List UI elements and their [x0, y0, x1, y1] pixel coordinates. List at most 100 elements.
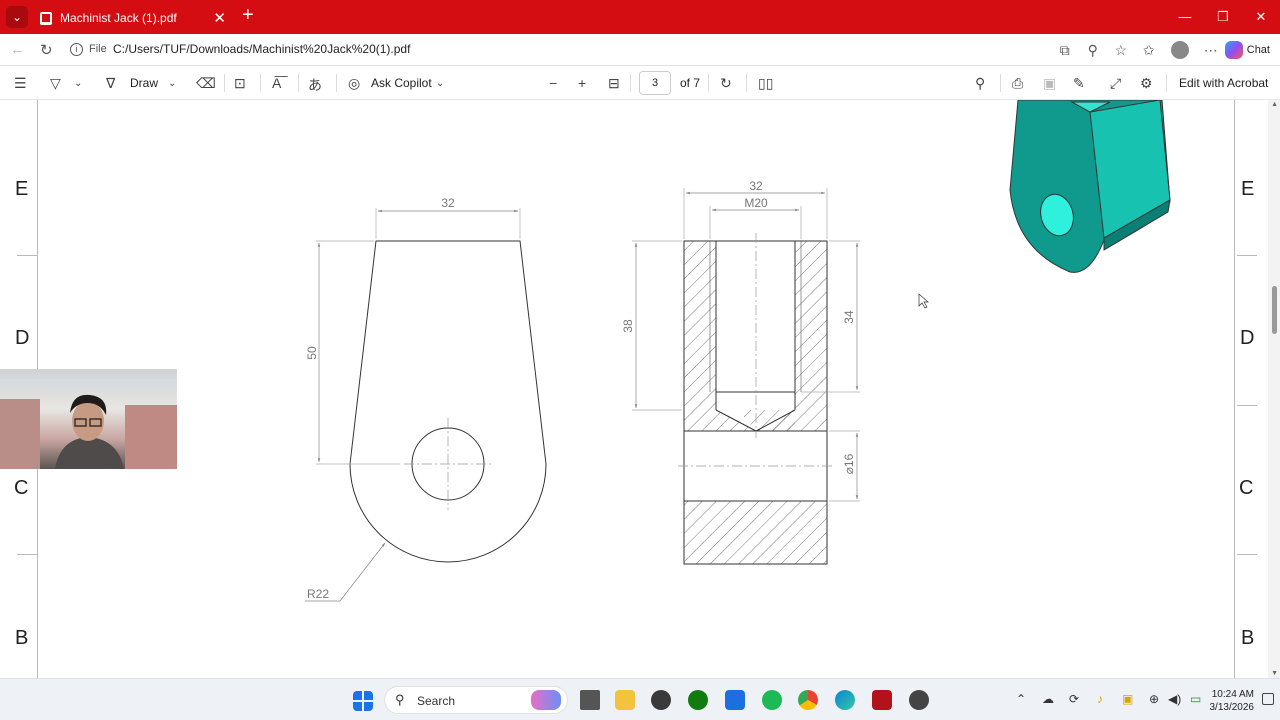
search-icon: ⚲ — [395, 692, 405, 707]
vertical-scrollbar[interactable]: ▲ ▼ — [1268, 100, 1280, 678]
ask-copilot-button[interactable]: Ask Copilot — [371, 76, 432, 90]
more-options-icon[interactable]: ⋯ — [1199, 42, 1223, 59]
address-bar-row: ← ↻ i File C:/Users/TUF/Downloads/Machin… — [0, 34, 1280, 66]
print-icon[interactable]: ⎙ — [1012, 75, 1023, 92]
tab-title: Machinist Jack (1).pdf — [60, 11, 177, 25]
tab-actions-menu-button[interactable]: ⌄ — [6, 6, 28, 28]
network-globe-icon[interactable]: ⊕ — [1149, 692, 1159, 706]
eraser-icon[interactable]: ⌫ — [196, 75, 216, 92]
back-button[interactable]: ← — [10, 41, 25, 58]
save-icon[interactable]: ▣ — [1043, 75, 1056, 92]
refresh-button[interactable]: ↻ — [40, 41, 53, 59]
profile-avatar[interactable] — [1170, 41, 1189, 59]
obs-icon[interactable] — [909, 690, 929, 710]
tab-close-icon[interactable]: ✕ — [213, 9, 226, 27]
highlight-icon[interactable]: ▽ — [50, 75, 61, 92]
taskbar-search[interactable]: ⚲ Search — [384, 686, 568, 714]
search-icon[interactable]: ⚲ — [975, 75, 985, 92]
zoom-in-icon[interactable]: + — [578, 75, 586, 91]
fit-to-page-icon[interactable]: ⊟ — [608, 75, 620, 92]
tab-active[interactable]: Machinist Jack (1).pdf ✕ — [34, 4, 234, 34]
page-number-input[interactable]: 3 — [639, 71, 671, 95]
toolbar-divider — [708, 74, 709, 92]
scroll-thumb[interactable] — [1272, 286, 1277, 334]
toolbar-divider — [630, 74, 631, 92]
save-as-icon[interactable]: ✎ — [1073, 75, 1085, 92]
translate-icon[interactable]: ⧉ — [1053, 42, 1077, 59]
pdf-toolbar: ☰ ▽ ⌄ ∇ Draw ⌄ ⌫ ⊡ A͞ あ ◎ Ask Copilot ⌄ … — [0, 66, 1280, 100]
onedrive-icon[interactable]: ☁ — [1042, 692, 1054, 706]
task-view-icon[interactable] — [580, 690, 600, 710]
depth-dimension: 38 — [621, 319, 635, 333]
solidworks-icon[interactable] — [872, 690, 892, 710]
url-text[interactable]: C:/Users/TUF/Downloads/Machinist%20Jack%… — [113, 42, 410, 56]
file-explorer-icon[interactable] — [615, 690, 635, 710]
front-view: 32 50 R22 — [305, 196, 547, 602]
settings-gear-icon[interactable]: ⚙ — [1140, 75, 1153, 92]
highlight-dropdown-icon[interactable]: ⌄ — [74, 78, 82, 89]
chrome-icon[interactable] — [798, 690, 818, 710]
draw-icon[interactable]: ∇ — [106, 75, 115, 92]
draw-dropdown-icon[interactable]: ⌄ — [168, 78, 176, 89]
search-label: Search — [417, 694, 456, 708]
hole-diameter-dimension: ⌀16 — [842, 453, 856, 474]
new-tab-button[interactable]: + — [242, 4, 254, 27]
windows-taskbar: ⚲ Search ⌃ ☁ ⟳ ♪ ▣ ⊕ ◀) ▭ 10:24 AM 3/13/… — [0, 678, 1280, 720]
taskbar-clock[interactable]: 10:24 AM 3/13/2026 — [1210, 688, 1255, 714]
volume-icon[interactable]: ◀) — [1168, 692, 1181, 706]
browser-tab-bar: ⌄ Machinist Jack (1).pdf ✕ + — ❐ ✕ — [0, 0, 1280, 34]
translate-icon[interactable]: あ — [308, 75, 322, 95]
ask-copilot-dropdown-icon[interactable]: ⌄ — [436, 78, 444, 89]
fullscreen-icon[interactable]: ⤢ — [1110, 75, 1121, 92]
notification-app-icon[interactable]: ▣ — [1122, 692, 1133, 706]
isometric-model — [1009, 100, 1171, 273]
read-aloud-icon[interactable]: A͞ — [272, 75, 281, 91]
app-icon[interactable] — [725, 690, 745, 710]
search-highlight-art — [531, 690, 561, 710]
favorite-star-icon[interactable]: ☆ — [1109, 42, 1133, 59]
microphone-icon[interactable]: ♪ — [1097, 692, 1103, 706]
file-scheme-label: File — [89, 43, 107, 55]
sync-icon[interactable]: ⟳ — [1069, 692, 1079, 706]
section-width-dimension: 32 — [749, 179, 763, 193]
edge-icon[interactable] — [835, 690, 855, 710]
radius-dimension: R22 — [307, 587, 329, 601]
rotate-icon[interactable]: ↻ — [720, 75, 732, 92]
copilot-icon[interactable] — [1224, 41, 1243, 59]
info-icon[interactable]: i — [70, 43, 83, 56]
scroll-up-icon[interactable]: ▲ — [1271, 101, 1278, 108]
battery-icon[interactable]: ▭ — [1190, 692, 1201, 706]
zoom-icon[interactable]: ⚲ — [1081, 42, 1105, 59]
toolbar-divider — [298, 74, 299, 92]
contents-list-icon[interactable]: ☰ — [14, 75, 27, 92]
zoom-out-icon[interactable]: − — [549, 75, 557, 91]
chat-button-label[interactable]: Chat — [1247, 44, 1270, 56]
toolbar-divider — [336, 74, 337, 92]
draw-button[interactable]: Draw — [130, 76, 158, 90]
xbox-icon[interactable] — [688, 690, 708, 710]
scroll-down-icon[interactable]: ▼ — [1271, 670, 1278, 677]
page-view-icon[interactable]: ▯▯ — [758, 75, 773, 92]
url-field[interactable]: i File C:/Users/TUF/Downloads/Machinist%… — [64, 38, 1064, 62]
settings-app-icon[interactable] — [651, 690, 671, 710]
window-controls: — ❐ ✕ — [1166, 0, 1280, 34]
pdf-document-view[interactable]: E D C B E D C B 32 50 R22 32 M20 38 34 ⌀… — [0, 100, 1280, 678]
thread-depth-dimension: 34 — [842, 310, 856, 324]
spotify-icon[interactable] — [762, 690, 782, 710]
address-bar-actions: ⧉ ⚲ ☆ ✩ ⋯ Chat — [1051, 38, 1280, 62]
show-hidden-icons-chevron-icon[interactable]: ⌃ — [1016, 692, 1026, 706]
notifications-icon[interactable] — [1262, 693, 1274, 705]
technical-drawing: 32 50 R22 32 M20 38 34 ⌀16 — [305, 100, 1171, 602]
thread-dimension: M20 — [744, 196, 768, 210]
minimize-button[interactable]: — — [1166, 0, 1204, 34]
restore-button[interactable]: ❐ — [1204, 0, 1242, 34]
clock-date: 3/13/2026 — [1209, 702, 1255, 713]
edit-with-acrobat-button[interactable]: Edit with Acrobat — [1179, 76, 1268, 90]
windows-start-icon[interactable] — [353, 691, 373, 711]
text-box-icon[interactable]: ⊡ — [234, 75, 246, 92]
front-height-dimension: 50 — [305, 346, 319, 360]
section-view: 32 M20 38 34 ⌀16 — [621, 179, 860, 565]
close-window-button[interactable]: ✕ — [1242, 0, 1280, 34]
favorites-icon[interactable]: ✩ — [1137, 42, 1161, 59]
copilot-icon[interactable]: ◎ — [348, 75, 360, 92]
